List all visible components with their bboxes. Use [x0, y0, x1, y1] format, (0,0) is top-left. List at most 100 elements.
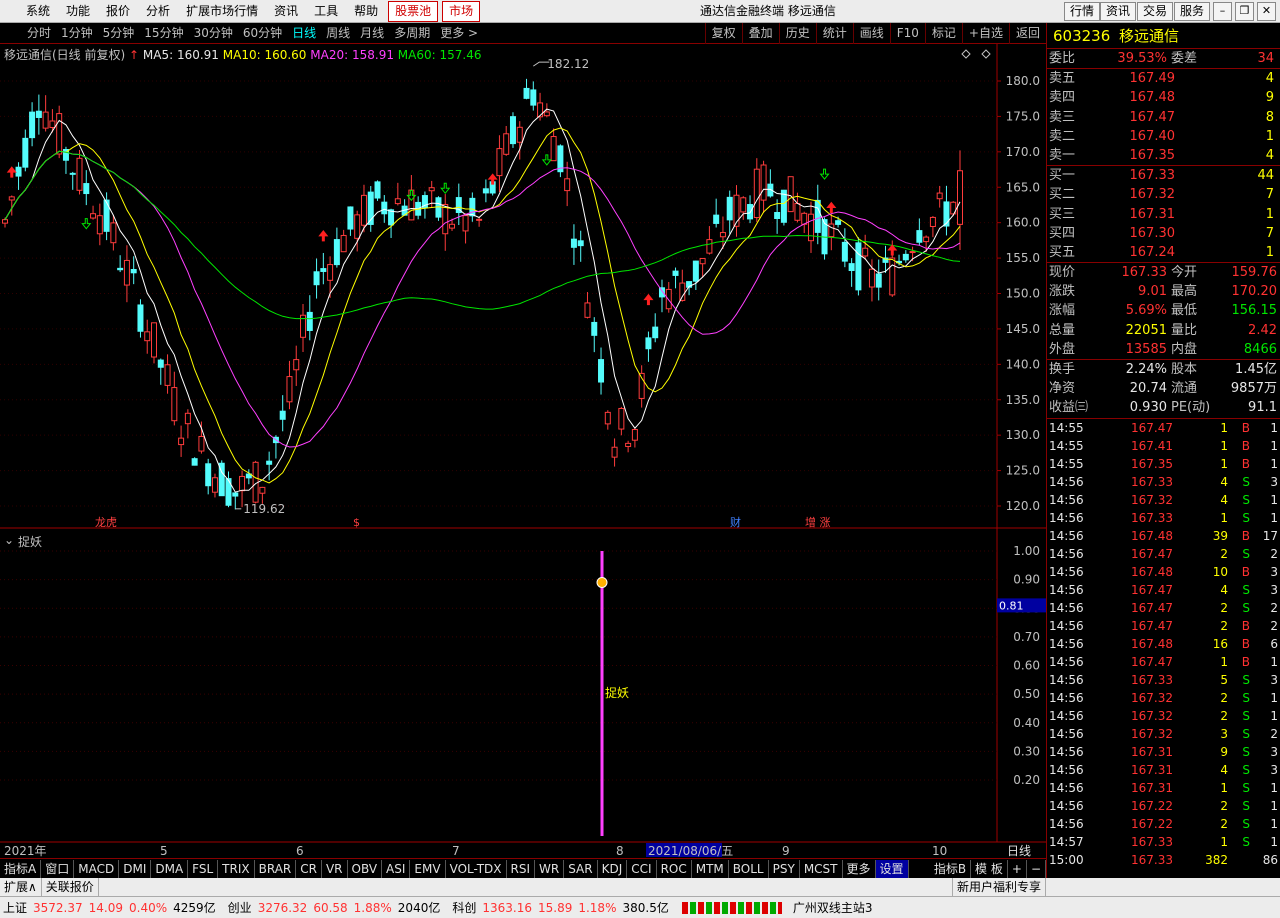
minimize-icon[interactable]: –: [1213, 2, 1232, 21]
stock-pool-button[interactable]: 股票池: [388, 0, 439, 22]
indicator-right-2[interactable]: +: [1008, 859, 1027, 878]
sells-row-3[interactable]: 卖二 167.40 1: [1047, 127, 1280, 146]
indicator-tab-21[interactable]: BOLL: [729, 859, 769, 878]
restore-icon[interactable]: ❐: [1235, 2, 1254, 21]
period-tab-6[interactable]: 日线: [287, 23, 321, 44]
period-tab-10[interactable]: 更多 >: [435, 23, 483, 44]
ind-tick-label: 1.00: [1013, 544, 1040, 558]
candle-body: [814, 199, 821, 233]
candle-body: [902, 253, 909, 261]
indicator-tab-23[interactable]: MCST: [800, 859, 843, 878]
chart-tool-1[interactable]: 叠加: [741, 23, 779, 44]
buys-row-1[interactable]: 买二 167.32 7: [1047, 185, 1280, 204]
indicator-tab-18[interactable]: CCI: [627, 859, 657, 878]
candle-body: [706, 239, 713, 254]
period-tab-8[interactable]: 月线: [355, 23, 389, 44]
period-tab-9[interactable]: 多周期: [389, 23, 435, 44]
indicator-tab-7[interactable]: BRAR: [255, 859, 297, 878]
buys-row-0[interactable]: 买一 167.33 44: [1047, 166, 1280, 185]
period-tab-7[interactable]: 周线: [321, 23, 355, 44]
chart-tool-0[interactable]: 复权: [704, 23, 742, 44]
menu-item-2[interactable]: 报价: [98, 0, 138, 23]
candle-body: [476, 218, 483, 221]
candle-body: [8, 196, 15, 201]
sell-signal-icon: [440, 182, 451, 195]
indicator-tab-2[interactable]: MACD: [74, 859, 120, 878]
indicator-tab-9[interactable]: VR: [322, 859, 348, 878]
indicator-tab-8[interactable]: CR: [296, 859, 322, 878]
period-tab-1[interactable]: 1分钟: [56, 23, 98, 44]
kline-chart[interactable]: 180.0 175.0 170.0 165.0 160.0 155.0 150.0 145.0…: [0, 44, 1046, 858]
menu-item-4[interactable]: 扩展市场行情: [178, 0, 266, 23]
window-title: 通达信金融终端 移远通信: [700, 4, 836, 18]
indicator-tab-19[interactable]: ROC: [657, 859, 692, 878]
indicator-tab-0[interactable]: 指标A: [0, 859, 42, 878]
indicator-tab-24[interactable]: 更多: [843, 859, 876, 878]
indicator-tab-14[interactable]: RSI: [507, 859, 536, 878]
sells-row-2[interactable]: 卖三 167.47 8: [1047, 108, 1280, 127]
buys-row-2[interactable]: 买三 167.31 1: [1047, 205, 1280, 224]
sells-row-1[interactable]: 卖四 167.48 9: [1047, 88, 1280, 107]
chart-tool-4[interactable]: 画线: [852, 23, 890, 44]
candle-body: [862, 247, 869, 257]
new-user-link[interactable]: 新用户福利专享: [951, 878, 1046, 896]
ma10-line: [4, 127, 961, 484]
candle-body: [672, 270, 679, 276]
period-tab-0[interactable]: 分时: [22, 23, 56, 44]
menu-item-6[interactable]: 工具: [306, 0, 346, 23]
menu-item-7[interactable]: 帮助: [346, 0, 386, 23]
indicator-tab-20[interactable]: MTM: [692, 859, 729, 878]
indicator-right-3[interactable]: −: [1027, 859, 1046, 878]
tick-row: 14:56 167.31 4 S 3: [1049, 762, 1278, 777]
candle-body: [151, 322, 158, 358]
chart-tool-2[interactable]: 历史: [778, 23, 816, 44]
period-tab-4[interactable]: 30分钟: [189, 23, 238, 44]
indicator-tab-11[interactable]: ASI: [382, 859, 411, 878]
menu-item-3[interactable]: 分析: [138, 0, 178, 23]
indicator-tab-5[interactable]: FSL: [188, 859, 219, 878]
menu-item-1[interactable]: 功能: [58, 0, 98, 23]
news-button[interactable]: 资讯: [1100, 2, 1137, 21]
menu-item-5[interactable]: 资讯: [266, 0, 306, 23]
indicator-tab-3[interactable]: DMI: [119, 859, 152, 878]
candle-body: [835, 220, 842, 225]
indicator-tab-22[interactable]: PSY: [769, 859, 800, 878]
indicator-tab-15[interactable]: WR: [535, 859, 565, 878]
close-icon[interactable]: ✕: [1257, 2, 1276, 21]
market-button[interactable]: 市场: [442, 0, 481, 22]
chart-tool-6[interactable]: 标记: [924, 23, 962, 44]
indicator-tab-16[interactable]: SAR: [564, 859, 598, 878]
sells-row-4[interactable]: 卖一 167.35 4: [1047, 146, 1280, 165]
period-tab-3[interactable]: 15分钟: [139, 23, 188, 44]
indicator-right-1[interactable]: 模 板: [971, 859, 1008, 878]
chart-area[interactable]: 180.0 175.0 170.0 165.0 160.0 155.0 150.0 145.0…: [0, 44, 1046, 858]
chart-tool-7[interactable]: +自选: [961, 23, 1009, 44]
trade-button[interactable]: 交易: [1137, 2, 1174, 21]
period-tab-2[interactable]: 5分钟: [98, 23, 140, 44]
buys-row-4[interactable]: 买五 167.24 1: [1047, 243, 1280, 262]
indicator-tab-13[interactable]: VOL-TDX: [446, 859, 507, 878]
chart-tool-3[interactable]: 统计: [815, 23, 853, 44]
candle-body: [42, 111, 49, 129]
service-button[interactable]: 服务: [1174, 2, 1211, 21]
indicator-tab-6[interactable]: TRIX: [218, 859, 255, 878]
indicator-tab-17[interactable]: KDJ: [598, 859, 628, 878]
collapse-icon[interactable]: ⌄: [4, 533, 14, 547]
quote-button[interactable]: 行情: [1064, 2, 1101, 21]
related-quote-button[interactable]: 关联报价: [42, 878, 99, 896]
chart-tool-8[interactable]: 返回: [1008, 23, 1046, 44]
candle-body: [90, 213, 97, 219]
indicator-tab-12[interactable]: EMV: [410, 859, 446, 878]
candle-body: [394, 198, 401, 205]
chart-tool-5[interactable]: F10: [889, 23, 925, 44]
indicator-tab-4[interactable]: DMA: [151, 859, 189, 878]
indicator-tab-25[interactable]: 设置: [875, 859, 909, 878]
buys-row-3[interactable]: 买四 167.30 7: [1047, 224, 1280, 243]
period-tab-5[interactable]: 60分钟: [238, 23, 287, 44]
menu-item-0[interactable]: 系统: [18, 0, 58, 23]
indicator-tab-10[interactable]: OBV: [348, 859, 383, 878]
indicator-tab-1[interactable]: 窗口: [41, 859, 75, 878]
sells-row-0[interactable]: 卖五 167.49 4: [1047, 69, 1280, 88]
indicator-right-0[interactable]: 指标B: [930, 859, 972, 878]
expand-button[interactable]: 扩展∧: [0, 878, 42, 896]
